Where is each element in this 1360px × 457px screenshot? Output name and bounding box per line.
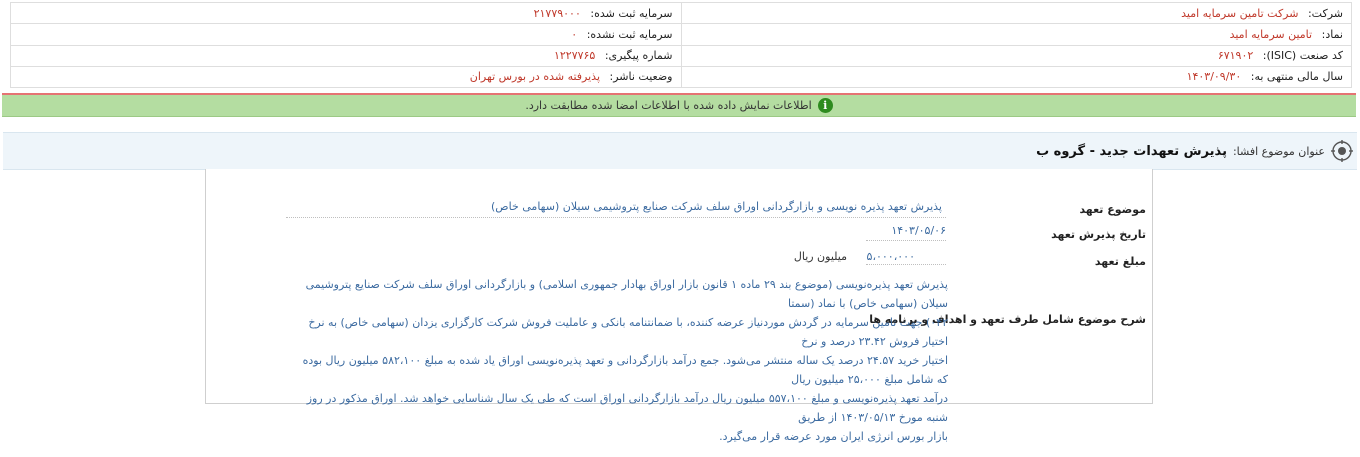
tracking-label: شماره پیگیری: <box>604 49 673 63</box>
topic-divider <box>286 217 946 218</box>
unregistered-capital-cell: سرمایه ثبت نشده: ۰ <box>10 23 682 46</box>
amount-divider <box>866 264 946 265</box>
fiscal-label: سال مالی منتهی به: <box>1250 70 1343 84</box>
description-line: پذیرش تعهد پذیره‌نویسی (موضوع بند ۲۹ ماد… <box>305 278 948 310</box>
subject-label: عنوان موضوع افشا: <box>1232 144 1325 158</box>
symbol-cell: نماد: تامین سرمایه امید <box>680 23 1352 46</box>
topic-value: پذیرش تعهد پذیره نویسی و بازارگردانی اور… <box>491 200 942 213</box>
isic-label: کد صنعت (ISIC): <box>1262 49 1343 63</box>
date-label: تاریخ پذیرش تعهد <box>1051 228 1146 241</box>
company-value: شرکت تامین سرمایه امید <box>1181 6 1299 20</box>
symbol-label: نماد: <box>1321 27 1343 41</box>
company-label: شرکت: <box>1307 6 1343 20</box>
fiscal-value: ۱۴۰۳/۰۹/۳۰ <box>1186 70 1242 84</box>
tracking-cell: شماره پیگیری: ۱۲۲۷۷۶۵ <box>10 44 682 67</box>
amount-value: ۵،۰۰۰،۰۰۰ <box>866 250 915 263</box>
description-line: اختیار خرید ۲۴.۵۷ درصد یک ساله منتشر می‌… <box>302 354 948 386</box>
status-value: پذیرفته شده در بورس تهران <box>469 70 601 84</box>
tracking-value: ۱۲۲۷۷۶۵ <box>553 49 596 63</box>
unregistered-capital-label: سرمایه ثبت نشده: <box>586 27 673 41</box>
subject-bar: عنوان موضوع افشا: پذیرش تعهدات جدید - گر… <box>3 132 1357 170</box>
info-icon: i <box>817 98 833 113</box>
fiscal-cell: سال مالی منتهی به: ۱۴۰۳/۰۹/۳۰ <box>680 65 1352 89</box>
target-icon <box>1331 140 1353 162</box>
notice-text: اطلاعات نمایش داده شده با اطلاعات امضا ش… <box>525 99 812 112</box>
signature-match-notice: i اطلاعات نمایش داده شده با اطلاعات امضا… <box>2 93 1356 117</box>
isic-value: ۶۷۱۹۰۲ <box>1217 49 1254 63</box>
unregistered-capital-value: ۰ <box>571 27 578 41</box>
date-divider <box>866 240 946 241</box>
isic-cell: کد صنعت (ISIC): ۶۷۱۹۰۲ <box>680 44 1352 67</box>
commitment-details-panel: موضوع تعهد پذیرش تعهد پذیره نویسی و بازا… <box>205 169 1153 443</box>
amount-label: مبلغ تعهد <box>1094 255 1146 268</box>
description-line: ۰۴۲) جهت تامین سرمایه در گردش موردنیاز ع… <box>308 316 948 348</box>
company-cell: شرکت: شرکت تامین سرمایه امید <box>680 1 1352 25</box>
registered-capital-label: سرمایه ثبت شده: <box>590 6 673 20</box>
company-info-table: شرکت: شرکت تامین سرمایه امید سرمایه ثبت … <box>10 1 1352 89</box>
status-cell: وضعیت ناشر: پذیرفته شده در بورس تهران <box>10 65 682 89</box>
description-line: بازار بورس انرژی ایران مورد عرضه قرار می… <box>719 430 948 443</box>
registered-capital-value: ۲۱۷۷۹۰۰۰ <box>533 6 581 20</box>
description-text: پذیرش تعهد پذیره‌نویسی (موضوع بند ۲۹ ماد… <box>296 275 948 446</box>
subject-title: پذیرش تعهدات جدید - گروه ب <box>1036 143 1227 159</box>
description-line: درآمد تعهد پذیره‌نویسی و مبلغ ۵۵۷،۱۰۰ می… <box>306 392 948 424</box>
status-label: وضعیت ناشر: <box>609 70 673 84</box>
amount-unit: میلیون ریال <box>793 250 847 263</box>
date-value: ۱۴۰۳/۰۵/۰۶ <box>891 224 946 237</box>
registered-capital-cell: سرمایه ثبت شده: ۲۱۷۷۹۰۰۰ <box>10 1 682 25</box>
symbol-value: تامین سرمایه امید <box>1229 27 1313 41</box>
topic-label: موضوع تعهد <box>1079 203 1146 216</box>
